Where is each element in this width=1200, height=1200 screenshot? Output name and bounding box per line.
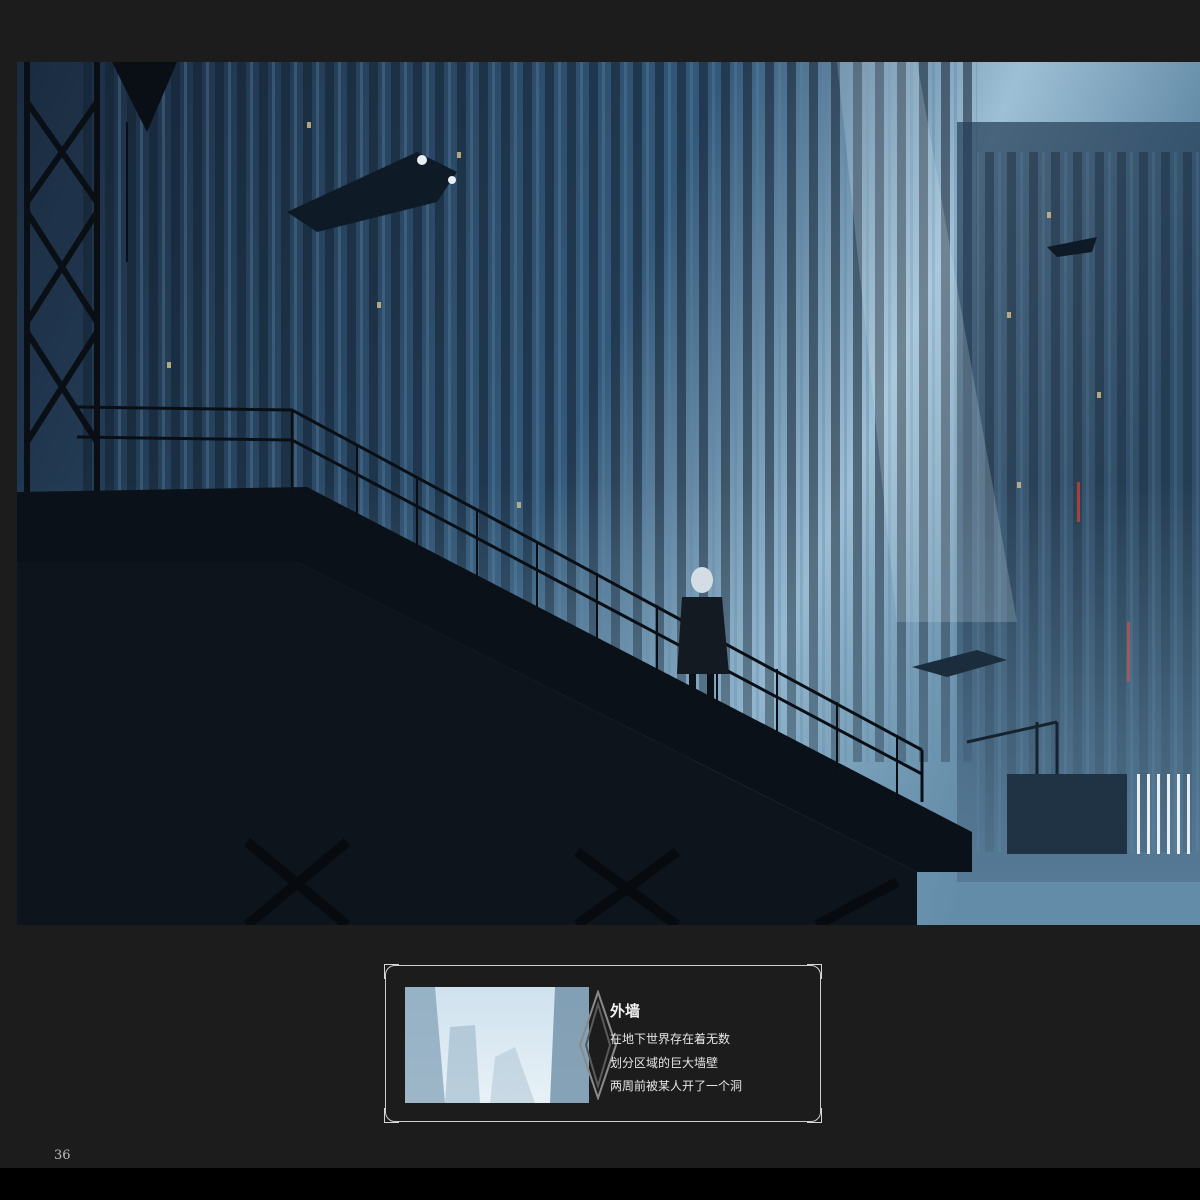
caption-text: 在地下世界存在着无数 划分区域的巨大墙壁 两周前被某人开了一个洞 — [610, 1028, 742, 1099]
caption-line: 两周前被某人开了一个洞 — [610, 1079, 743, 1093]
caption-thumbnail — [405, 987, 589, 1103]
illustration-main — [17, 62, 1200, 925]
corner-ornament — [807, 1108, 822, 1123]
page-number: 36 — [54, 1148, 71, 1163]
caption-title: 外墙 — [610, 1002, 641, 1020]
caption-line: 在地下世界存在着无数 — [610, 1032, 731, 1046]
caption-line: 划分区域的巨大墙壁 — [610, 1055, 719, 1070]
corner-ornament — [384, 964, 399, 979]
caption-box: 外墙 在地下世界存在着无数 划分区域的巨大墙壁 两周前被某人开了一个洞 — [384, 964, 822, 1123]
bottom-band — [0, 1168, 1200, 1200]
corner-ornament — [807, 964, 822, 979]
corner-ornament — [384, 1108, 399, 1123]
